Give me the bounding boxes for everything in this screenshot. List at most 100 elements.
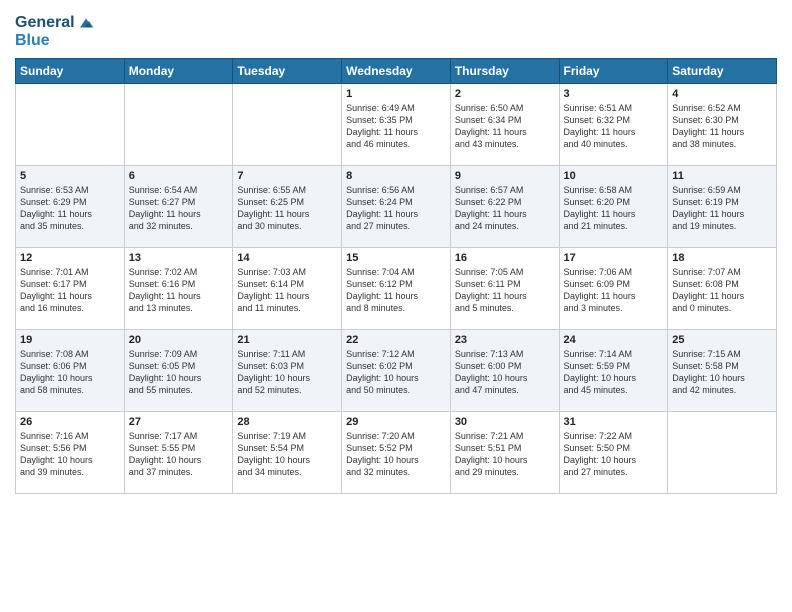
calendar-table: Sunday Monday Tuesday Wednesday Thursday… — [15, 58, 777, 494]
table-row: 30 Sunrise: 7:21 AM Sunset: 5:51 PM Dayli… — [450, 411, 559, 493]
col-monday: Monday — [124, 58, 233, 83]
day-content: Sunrise: 7:13 AM Sunset: 6:00 PM Dayligh… — [455, 348, 555, 397]
table-row: 6 Sunrise: 6:54 AM Sunset: 6:27 PM Daylig… — [124, 165, 233, 247]
logo-text-general: General — [15, 14, 75, 32]
main-container: General Blue Sunday Monday Tuesday Wedne… — [0, 0, 792, 612]
table-row: 7 Sunrise: 6:55 AM Sunset: 6:25 PM Daylig… — [233, 165, 342, 247]
day-number: 10 — [564, 170, 664, 182]
day-content: Sunrise: 7:21 AM Sunset: 5:51 PM Dayligh… — [455, 430, 555, 479]
day-content: Sunrise: 7:22 AM Sunset: 5:50 PM Dayligh… — [564, 430, 664, 479]
day-content: Sunrise: 7:03 AM Sunset: 6:14 PM Dayligh… — [237, 266, 337, 315]
day-number: 20 — [129, 334, 229, 346]
logo: General Blue — [15, 14, 95, 50]
day-number: 22 — [346, 334, 446, 346]
calendar-week-row: 1Sunrise: 6:49 AM Sunset: 6:35 PM Daylig… — [16, 83, 777, 165]
day-content: Sunrise: 6:57 AM Sunset: 6:22 PM Dayligh… — [455, 184, 555, 233]
calendar-week-row: 5 Sunrise: 6:53 AM Sunset: 6:29 PM Daylig… — [16, 165, 777, 247]
day-number: 29 — [346, 416, 446, 428]
day-content: Sunrise: 7:04 AM Sunset: 6:12 PM Dayligh… — [346, 266, 446, 315]
table-row: 26 Sunrise: 7:16 AM Sunset: 5:56 PM Dayli… — [16, 411, 125, 493]
table-row: 31 Sunrise: 7:22 AM Sunset: 5:50 PM Dayli… — [559, 411, 668, 493]
day-number: 21 — [237, 334, 337, 346]
day-number: 28 — [237, 416, 337, 428]
day-content: Sunrise: 7:11 AM Sunset: 6:03 PM Dayligh… — [237, 348, 337, 397]
day-number: 5 — [20, 170, 120, 182]
table-row: 9 Sunrise: 6:57 AM Sunset: 6:22 PM Daylig… — [450, 165, 559, 247]
day-content: Sunrise: 6:55 AM Sunset: 6:25 PM Dayligh… — [237, 184, 337, 233]
day-number: 4 — [672, 88, 772, 100]
day-content: Sunrise: 6:53 AM Sunset: 6:29 PM Dayligh… — [20, 184, 120, 233]
logo-text-blue: Blue — [15, 32, 95, 50]
day-number: 31 — [564, 416, 664, 428]
day-content: Sunrise: 6:58 AM Sunset: 6:20 PM Dayligh… — [564, 184, 664, 233]
table-row — [668, 411, 777, 493]
day-content: Sunrise: 7:05 AM Sunset: 6:11 PM Dayligh… — [455, 266, 555, 315]
table-row: 21 Sunrise: 7:11 AM Sunset: 6:03 PM Dayli… — [233, 329, 342, 411]
day-content: Sunrise: 6:50 AM Sunset: 6:34 PM Dayligh… — [455, 102, 555, 151]
logo-icon — [77, 14, 95, 32]
day-content: Sunrise: 7:16 AM Sunset: 5:56 PM Dayligh… — [20, 430, 120, 479]
day-content: Sunrise: 7:17 AM Sunset: 5:55 PM Dayligh… — [129, 430, 229, 479]
day-content: Sunrise: 6:51 AM Sunset: 6:32 PM Dayligh… — [564, 102, 664, 151]
day-number: 23 — [455, 334, 555, 346]
day-number: 7 — [237, 170, 337, 182]
calendar-week-row: 26 Sunrise: 7:16 AM Sunset: 5:56 PM Dayli… — [16, 411, 777, 493]
day-content: Sunrise: 7:09 AM Sunset: 6:05 PM Dayligh… — [129, 348, 229, 397]
header: General Blue — [15, 10, 777, 50]
day-number: 8 — [346, 170, 446, 182]
table-row: 29 Sunrise: 7:20 AM Sunset: 5:52 PM Dayli… — [342, 411, 451, 493]
col-sunday: Sunday — [16, 58, 125, 83]
day-number: 16 — [455, 252, 555, 264]
col-wednesday: Wednesday — [342, 58, 451, 83]
day-number: 9 — [455, 170, 555, 182]
col-tuesday: Tuesday — [233, 58, 342, 83]
table-row: 19Sunrise: 7:08 AM Sunset: 6:06 PM Dayli… — [16, 329, 125, 411]
day-content: Sunrise: 6:54 AM Sunset: 6:27 PM Dayligh… — [129, 184, 229, 233]
table-row: 28 Sunrise: 7:19 AM Sunset: 5:54 PM Dayli… — [233, 411, 342, 493]
day-content: Sunrise: 6:56 AM Sunset: 6:24 PM Dayligh… — [346, 184, 446, 233]
day-number: 18 — [672, 252, 772, 264]
day-content: Sunrise: 7:01 AM Sunset: 6:17 PM Dayligh… — [20, 266, 120, 315]
day-number: 17 — [564, 252, 664, 264]
day-content: Sunrise: 7:06 AM Sunset: 6:09 PM Dayligh… — [564, 266, 664, 315]
day-number: 11 — [672, 170, 772, 182]
day-number: 3 — [564, 88, 664, 100]
table-row: 8 Sunrise: 6:56 AM Sunset: 6:24 PM Daylig… — [342, 165, 451, 247]
day-number: 13 — [129, 252, 229, 264]
day-number: 30 — [455, 416, 555, 428]
day-number: 6 — [129, 170, 229, 182]
table-row: 1Sunrise: 6:49 AM Sunset: 6:35 PM Daylig… — [342, 83, 451, 165]
col-friday: Friday — [559, 58, 668, 83]
day-content: Sunrise: 7:15 AM Sunset: 5:58 PM Dayligh… — [672, 348, 772, 397]
table-row: 17 Sunrise: 7:06 AM Sunset: 6:09 PM Dayli… — [559, 247, 668, 329]
calendar-week-row: 12Sunrise: 7:01 AM Sunset: 6:17 PM Dayli… — [16, 247, 777, 329]
day-content: Sunrise: 7:14 AM Sunset: 5:59 PM Dayligh… — [564, 348, 664, 397]
table-row: 3 Sunrise: 6:51 AM Sunset: 6:32 PM Daylig… — [559, 83, 668, 165]
table-row: 20 Sunrise: 7:09 AM Sunset: 6:05 PM Dayli… — [124, 329, 233, 411]
day-content: Sunrise: 6:52 AM Sunset: 6:30 PM Dayligh… — [672, 102, 772, 151]
table-row: 5 Sunrise: 6:53 AM Sunset: 6:29 PM Daylig… — [16, 165, 125, 247]
day-content: Sunrise: 7:19 AM Sunset: 5:54 PM Dayligh… — [237, 430, 337, 479]
day-number: 15 — [346, 252, 446, 264]
table-row: 2Sunrise: 6:50 AM Sunset: 6:34 PM Daylig… — [450, 83, 559, 165]
day-content: Sunrise: 6:59 AM Sunset: 6:19 PM Dayligh… — [672, 184, 772, 233]
day-number: 26 — [20, 416, 120, 428]
col-saturday: Saturday — [668, 58, 777, 83]
day-number: 14 — [237, 252, 337, 264]
day-content: Sunrise: 7:02 AM Sunset: 6:16 PM Dayligh… — [129, 266, 229, 315]
table-row — [124, 83, 233, 165]
day-number: 24 — [564, 334, 664, 346]
table-row — [16, 83, 125, 165]
table-row: 16 Sunrise: 7:05 AM Sunset: 6:11 PM Dayli… — [450, 247, 559, 329]
table-row: 22 Sunrise: 7:12 AM Sunset: 6:02 PM Dayli… — [342, 329, 451, 411]
day-number: 25 — [672, 334, 772, 346]
table-row: 12Sunrise: 7:01 AM Sunset: 6:17 PM Dayli… — [16, 247, 125, 329]
table-row: 11 Sunrise: 6:59 AM Sunset: 6:19 PM Dayli… — [668, 165, 777, 247]
table-row: 13 Sunrise: 7:02 AM Sunset: 6:16 PM Dayli… — [124, 247, 233, 329]
day-content: Sunrise: 7:12 AM Sunset: 6:02 PM Dayligh… — [346, 348, 446, 397]
calendar-header-row: Sunday Monday Tuesday Wednesday Thursday… — [16, 58, 777, 83]
day-content: Sunrise: 6:49 AM Sunset: 6:35 PM Dayligh… — [346, 102, 446, 151]
table-row: 23 Sunrise: 7:13 AM Sunset: 6:00 PM Dayli… — [450, 329, 559, 411]
table-row — [233, 83, 342, 165]
day-content: Sunrise: 7:20 AM Sunset: 5:52 PM Dayligh… — [346, 430, 446, 479]
